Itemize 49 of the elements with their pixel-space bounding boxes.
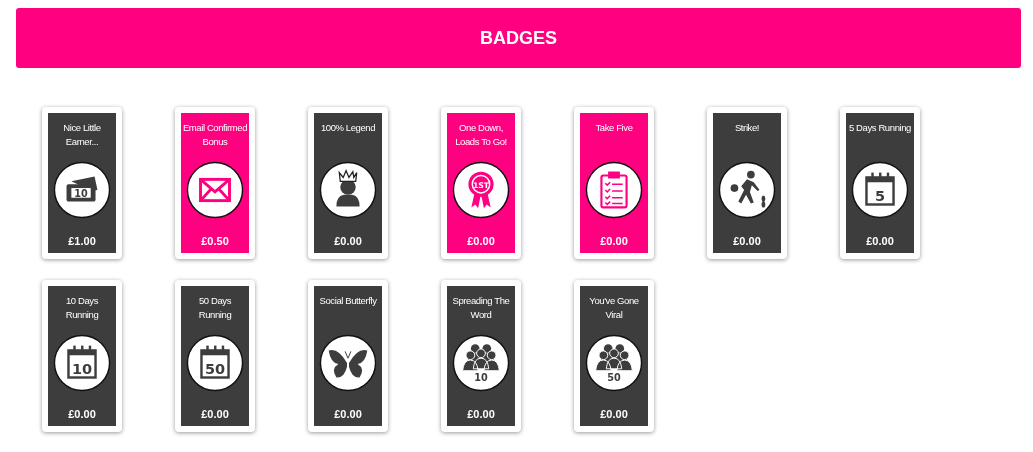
badge-amount: £0.00 <box>201 408 229 420</box>
butterfly-icon <box>319 334 377 392</box>
badge-card[interactable]: Spreading The Word 10 £0.00 <box>441 280 521 432</box>
badge-amount: £0.00 <box>334 408 362 420</box>
badge-amount: £0.00 <box>467 408 495 420</box>
badge-title: 5 Days Running <box>849 121 911 135</box>
badge-title: You've Gone Viral <box>588 294 640 322</box>
badge-card[interactable]: One Down, Loads To Go! 1ST £0.00 <box>441 107 521 259</box>
badge-amount: £0.00 <box>334 235 362 247</box>
badge-amount: £1.00 <box>68 235 96 247</box>
crowned-person-icon <box>319 161 377 219</box>
rosette-icon: 1ST <box>452 161 510 219</box>
badge-card[interactable]: Social Butterfly £0.00 <box>308 280 388 432</box>
checklist-clipboard-icon <box>585 161 643 219</box>
calendar-icon: 10 <box>53 334 111 392</box>
badge-title: Email Confirmed Bonus <box>182 121 248 149</box>
group-of-people-icon: 50 <box>585 334 643 392</box>
badge-title: 100% Legend <box>320 121 376 135</box>
badge-card[interactable]: Strike! £0.00 <box>707 107 787 259</box>
badge-amount: £0.00 <box>600 408 628 420</box>
badge-card[interactable]: Take Five £0.00 <box>574 107 654 259</box>
page-title: BADGES <box>480 27 557 49</box>
badge-card[interactable]: 5 Days Running 5 £0.00 <box>840 107 920 259</box>
badge-title: Social Butterfly <box>319 294 377 308</box>
badge-amount: £0.00 <box>68 408 96 420</box>
envelope-icon <box>186 161 244 219</box>
badge-title: Strike! <box>734 121 760 135</box>
badge-card[interactable]: 100% Legend £0.00 <box>308 107 388 259</box>
badge-amount: £0.00 <box>866 235 894 247</box>
badge-card[interactable]: 10 Days Running 10 £0.00 <box>42 280 122 432</box>
calendar-icon: 50 <box>186 334 244 392</box>
banknote-icon: 10 <box>53 161 111 219</box>
badge-title: Spreading The Word <box>451 294 511 322</box>
badge-title: 10 Days Running <box>64 294 100 322</box>
badge-amount: £0.00 <box>600 235 628 247</box>
calendar-icon: 5 <box>851 161 909 219</box>
badge-title: 50 Days Running <box>197 294 233 322</box>
badge-card[interactable]: You've Gone Viral 50 £0.00 <box>574 280 654 432</box>
group-of-people-icon: 10 <box>452 334 510 392</box>
badge-amount: £0.50 <box>201 235 229 247</box>
badge-card[interactable]: Nice Little Earner... 10 £1.00 <box>42 107 122 259</box>
badge-card[interactable]: Email Confirmed Bonus £0.50 <box>175 107 255 259</box>
badge-title: Nice Little Earner... <box>62 121 102 149</box>
badge-amount: £0.00 <box>733 235 761 247</box>
badge-amount: £0.00 <box>467 235 495 247</box>
badge-title: Take Five <box>595 121 633 135</box>
bowler-icon <box>718 161 776 219</box>
badge-card[interactable]: 50 Days Running 50 £0.00 <box>175 280 255 432</box>
badge-title: One Down, Loads To Go! <box>454 121 508 149</box>
